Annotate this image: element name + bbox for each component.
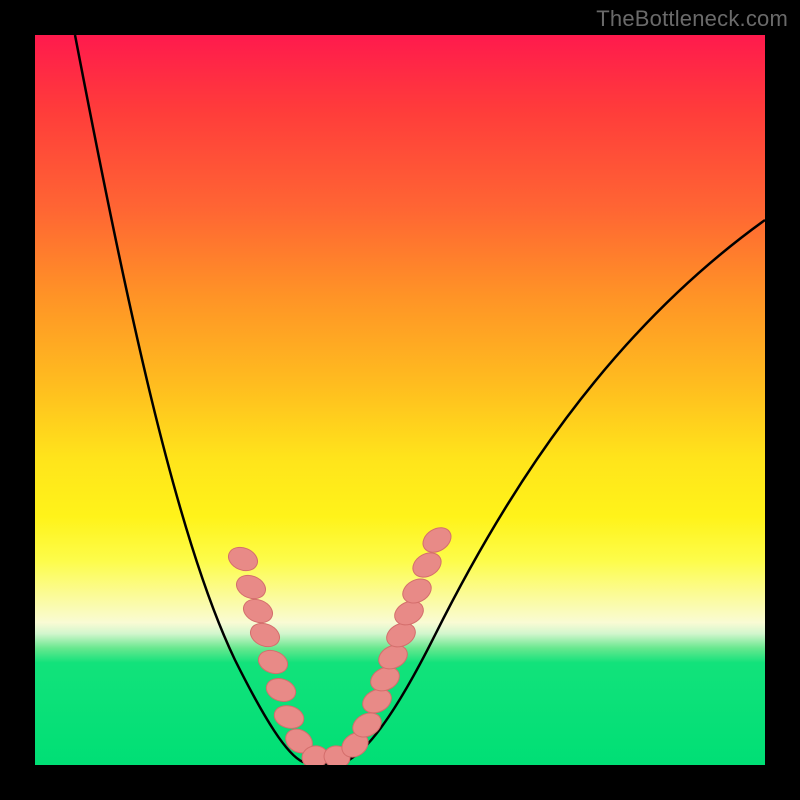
data-bead bbox=[409, 548, 446, 582]
outer-frame: TheBottleneck.com bbox=[0, 0, 800, 800]
bead-group bbox=[225, 523, 456, 765]
data-bead bbox=[233, 571, 269, 603]
chart-svg bbox=[35, 35, 765, 765]
watermark-text: TheBottleneck.com bbox=[596, 6, 788, 32]
data-bead bbox=[225, 543, 261, 575]
data-bead bbox=[272, 702, 307, 731]
data-bead bbox=[418, 523, 455, 558]
plot-area bbox=[35, 35, 765, 765]
curve-left-curve bbox=[75, 35, 325, 764]
data-bead bbox=[255, 647, 291, 678]
curve-group bbox=[75, 35, 765, 764]
data-bead bbox=[240, 595, 276, 627]
data-bead bbox=[247, 619, 283, 651]
data-bead bbox=[263, 675, 298, 705]
